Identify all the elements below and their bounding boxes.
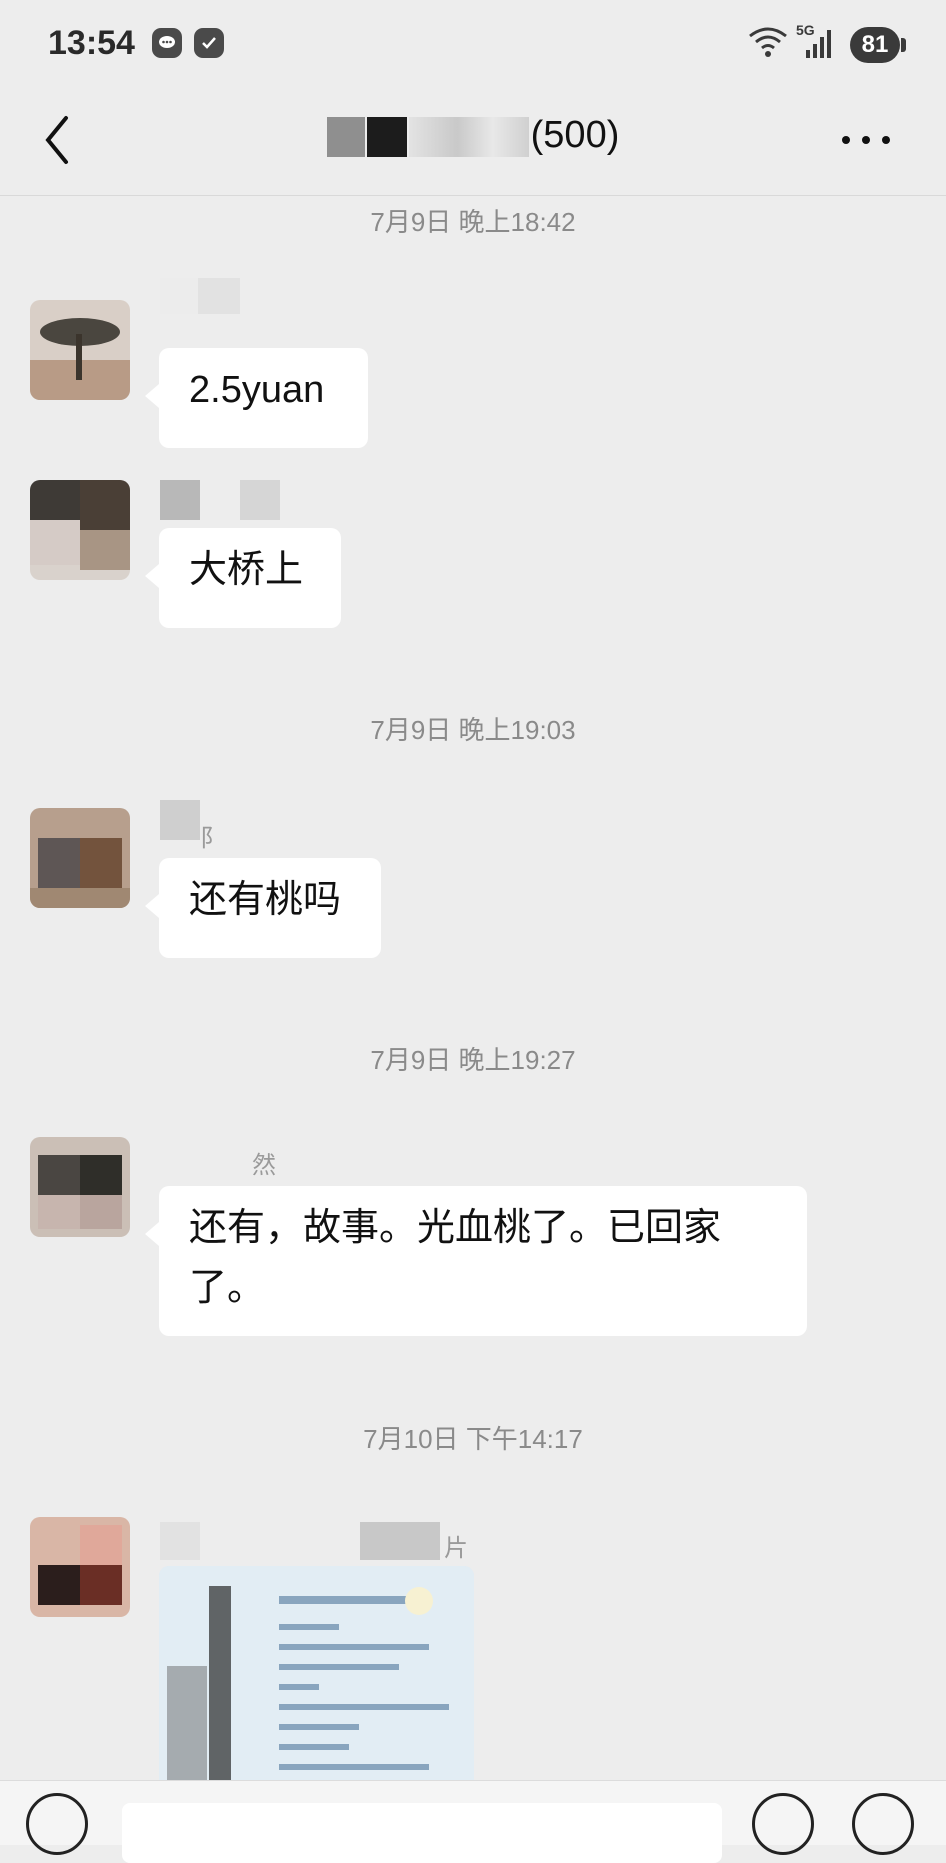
chat-title: (500) bbox=[0, 114, 946, 157]
chat-member-count: (500) bbox=[530, 114, 620, 156]
message-input-bar bbox=[0, 1780, 946, 1863]
redacted-sender-name bbox=[160, 1522, 200, 1560]
message-input[interactable] bbox=[122, 1803, 722, 1863]
redacted-sender-name bbox=[160, 278, 200, 314]
message-timestamp: 7月9日 晚上19:03 bbox=[370, 715, 576, 745]
message-text: 还有桃吗 bbox=[189, 879, 342, 921]
status-time: 13:54 bbox=[48, 24, 135, 62]
status-bar: 13:54 5G 81 bbox=[0, 0, 946, 90]
sender-name-fragment: 然 bbox=[252, 1152, 276, 1179]
avatar[interactable] bbox=[30, 480, 130, 580]
voice-input-button[interactable] bbox=[26, 1793, 88, 1855]
redacted-title-block bbox=[326, 116, 365, 157]
redacted-sender-name bbox=[360, 1522, 440, 1560]
emoji-button[interactable] bbox=[752, 1793, 814, 1855]
more-actions-button[interactable] bbox=[852, 1793, 914, 1855]
battery-indicator: 81 bbox=[850, 27, 906, 63]
avatar[interactable] bbox=[30, 1137, 130, 1237]
message-text: 大桥上 bbox=[189, 549, 304, 591]
avatar[interactable] bbox=[30, 300, 130, 400]
avatar[interactable] bbox=[30, 1517, 130, 1617]
wifi-icon bbox=[749, 27, 787, 57]
message-timestamp: 7月10日 下午14:17 bbox=[363, 1424, 583, 1454]
message-bubble[interactable]: 还有桃吗 bbox=[145, 858, 381, 958]
redacted-sender-name bbox=[240, 480, 280, 520]
sender-name-fragment: 阝 bbox=[200, 825, 224, 852]
message-bubble[interactable]: 还有，故事。光血桃了。已回家了。 bbox=[145, 1186, 807, 1336]
redacted-sender-name bbox=[160, 800, 200, 840]
more-options-button[interactable] bbox=[836, 120, 896, 160]
redacted-sender-name bbox=[198, 278, 240, 314]
chat-header: (500) bbox=[0, 90, 946, 196]
sender-name-fragment: 片 bbox=[444, 1535, 468, 1562]
redacted-sender-name bbox=[160, 480, 200, 520]
redacted-title-block bbox=[366, 116, 407, 157]
message-bubble[interactable]: 2.5yuan bbox=[145, 348, 368, 448]
message-bubble[interactable]: 大桥上 bbox=[145, 528, 341, 628]
check-notification-icon bbox=[194, 28, 224, 58]
redacted-title-block bbox=[408, 116, 529, 157]
chat-notification-icon bbox=[152, 28, 182, 58]
cellular-signal-icon: 5G bbox=[796, 22, 836, 67]
message-text: 还有，故事。光血桃了。已回家了。 bbox=[189, 1207, 722, 1309]
message-text: 2.5yuan bbox=[189, 369, 325, 411]
message-timestamp: 7月9日 晚上19:27 bbox=[370, 1045, 576, 1075]
message-timestamp: 7月9日 晚上18:42 bbox=[370, 207, 576, 237]
avatar[interactable] bbox=[30, 808, 130, 908]
